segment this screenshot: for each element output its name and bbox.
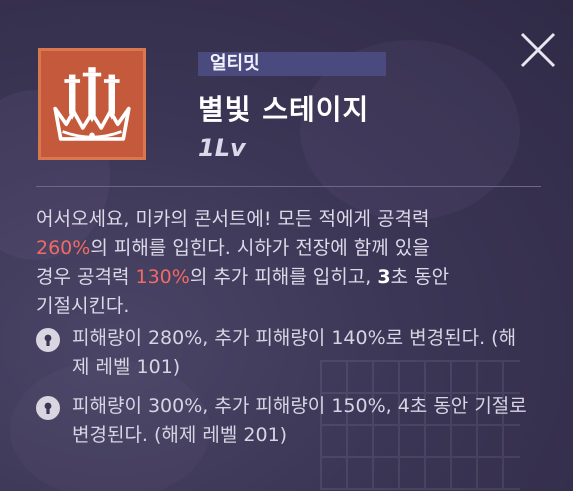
skill-icon — [38, 48, 146, 160]
description-text: 경우 공격력 — [36, 266, 136, 288]
close-icon[interactable] — [518, 30, 558, 70]
skill-type-badge: 얼티밋 — [198, 52, 386, 76]
lock-icon — [36, 328, 60, 352]
lock-icon — [36, 396, 60, 420]
unlock-item: 피해량이 300%, 추가 피해량이 150%, 4초 동안 기절로 변경된다.… — [36, 392, 541, 450]
description-text: 의 피해를 입힌다. 시하가 전장에 함께 있을 — [90, 237, 430, 259]
stun-duration-value: 3 — [377, 266, 391, 288]
close-button[interactable] — [518, 30, 558, 70]
unlock-item: 피해량이 280%, 추가 피해량이 140%로 변경된다. (해제 레벨 10… — [36, 324, 541, 382]
skill-level: 1Lv — [198, 134, 246, 162]
skill-description: 어서오세요, 미카의 콘서트에! 모든 적에게 공격력 260%의 피해를 입힌다… — [36, 205, 541, 321]
divider — [36, 186, 541, 187]
description-text: 기절시킨다. — [36, 295, 130, 317]
bonus-damage-value: 130% — [135, 266, 190, 288]
description-text: 어서오세요, 미카의 콘서트에! 모든 적에게 공격력 — [36, 208, 430, 230]
skill-tooltip-panel: 얼티밋 별빛 스테이지 1Lv 어서오세요, 미카의 콘서트에! 모든 적에게 … — [0, 0, 573, 491]
description-text: 초 동안 — [390, 266, 450, 288]
damage-value: 260% — [36, 237, 91, 259]
skill-name: 별빛 스테이지 — [198, 93, 370, 126]
unlock-text: 피해량이 300%, 추가 피해량이 150%, 4초 동안 기절로 변경된다.… — [72, 395, 527, 446]
unlock-text: 피해량이 280%, 추가 피해량이 140%로 변경된다. (해제 레벨 10… — [72, 327, 517, 378]
crown-of-swords-icon — [53, 67, 131, 141]
description-text: 의 추가 피해를 입히고, — [189, 266, 378, 288]
